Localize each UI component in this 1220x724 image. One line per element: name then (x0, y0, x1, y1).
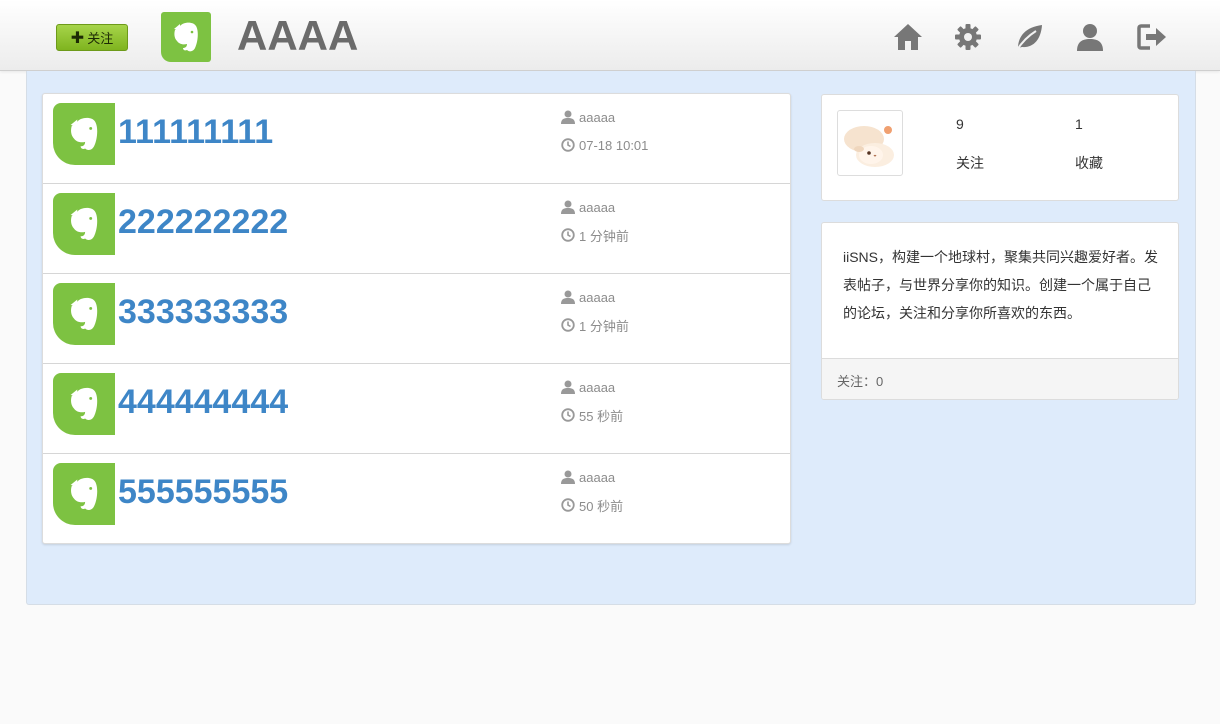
user-icon (561, 290, 575, 304)
brand-title[interactable]: AAAA (237, 12, 358, 60)
post-author[interactable]: aaaaa (579, 380, 615, 395)
evernote-elephant-icon (70, 207, 98, 240)
post-time: 55 秒前 (579, 408, 624, 424)
post-avatar[interactable] (53, 463, 115, 525)
post-time: 07-18 10:01 (579, 137, 649, 153)
post-meta: aaaaa 07-18 10:01 (561, 108, 648, 164)
post-avatar[interactable] (53, 193, 115, 255)
clock-icon (561, 138, 575, 152)
user-icon (561, 470, 575, 484)
following-label[interactable]: 关注 (956, 153, 984, 173)
post-time: 50 秒前 (579, 498, 624, 514)
post-meta: aaaaa 1 分钟前 (561, 198, 629, 254)
evernote-elephant-icon (70, 297, 98, 330)
top-navbar: ✚ 关注 AAAA (0, 0, 1220, 71)
post-title-link[interactable]: 222222222 (118, 202, 288, 242)
post-meta: aaaaa 55 秒前 (561, 378, 623, 434)
evernote-elephant-icon (70, 387, 98, 420)
post-time: 1 分钟前 (579, 228, 629, 244)
follow-button-label: 关注 (87, 32, 114, 47)
post-row[interactable]: 555555555 aaaaa 50 秒前 (43, 454, 790, 543)
post-author[interactable]: aaaaa (579, 110, 615, 125)
post-title-link[interactable]: 333333333 (118, 292, 288, 332)
mushroom-avatar (844, 126, 894, 167)
sign-out-icon[interactable] (1135, 20, 1169, 54)
user-icon (561, 110, 575, 124)
post-avatar[interactable] (53, 283, 115, 345)
clock-icon (561, 228, 575, 242)
home-icon[interactable] (891, 20, 925, 54)
post-author[interactable]: aaaaa (579, 290, 615, 305)
clock-icon (561, 498, 575, 512)
post-title-link[interactable]: 444444444 (118, 382, 288, 422)
post-list: 111111111 aaaaa 07-18 10:01 222222222 aa… (42, 93, 791, 544)
profile-card: 9 关注 1 收藏 (821, 94, 1179, 201)
evernote-elephant-icon (70, 477, 98, 510)
evernote-elephant-icon (174, 22, 198, 52)
content-panel: 111111111 aaaaa 07-18 10:01 222222222 aa… (26, 71, 1196, 605)
post-row[interactable]: 333333333 aaaaa 1 分钟前 (43, 274, 790, 364)
favorites-label[interactable]: 收藏 (1075, 153, 1103, 173)
follow-button[interactable]: ✚ 关注 (56, 24, 128, 51)
post-title-link[interactable]: 111111111 (118, 112, 273, 152)
following-count[interactable]: 9 (956, 116, 964, 132)
post-title-link[interactable]: 555555555 (118, 472, 288, 512)
post-avatar[interactable] (53, 373, 115, 435)
favorites-count[interactable]: 1 (1075, 116, 1083, 132)
about-description: iiSNS，构建一个地球村，聚集共同兴趣爱好者。发表帖子，与世界分享你的知识。创… (843, 249, 1159, 321)
evernote-elephant-icon (70, 117, 98, 150)
user-icon (561, 200, 575, 214)
leaf-icon[interactable] (1012, 20, 1046, 54)
brand-logo[interactable] (161, 12, 211, 62)
user-icon (561, 380, 575, 394)
post-row[interactable]: 222222222 aaaaa 1 分钟前 (43, 184, 790, 274)
about-card: iiSNS，构建一个地球村，聚集共同兴趣爱好者。发表帖子，与世界分享你的知识。创… (821, 222, 1179, 400)
post-author[interactable]: aaaaa (579, 470, 615, 485)
clock-icon (561, 408, 575, 422)
post-avatar[interactable] (53, 103, 115, 165)
about-footer-follow-count: 关注：0 (822, 358, 1178, 399)
plus-icon: ✚ (70, 27, 85, 47)
gear-icon[interactable] (951, 20, 985, 54)
avatar[interactable] (837, 110, 903, 176)
post-time: 1 分钟前 (579, 318, 629, 334)
post-author[interactable]: aaaaa (579, 200, 615, 215)
post-meta: aaaaa 50 秒前 (561, 468, 623, 524)
user-icon[interactable] (1073, 20, 1107, 54)
clock-icon (561, 318, 575, 332)
post-row[interactable]: 111111111 aaaaa 07-18 10:01 (43, 94, 790, 184)
post-row[interactable]: 444444444 aaaaa 55 秒前 (43, 364, 790, 454)
post-meta: aaaaa 1 分钟前 (561, 288, 629, 344)
